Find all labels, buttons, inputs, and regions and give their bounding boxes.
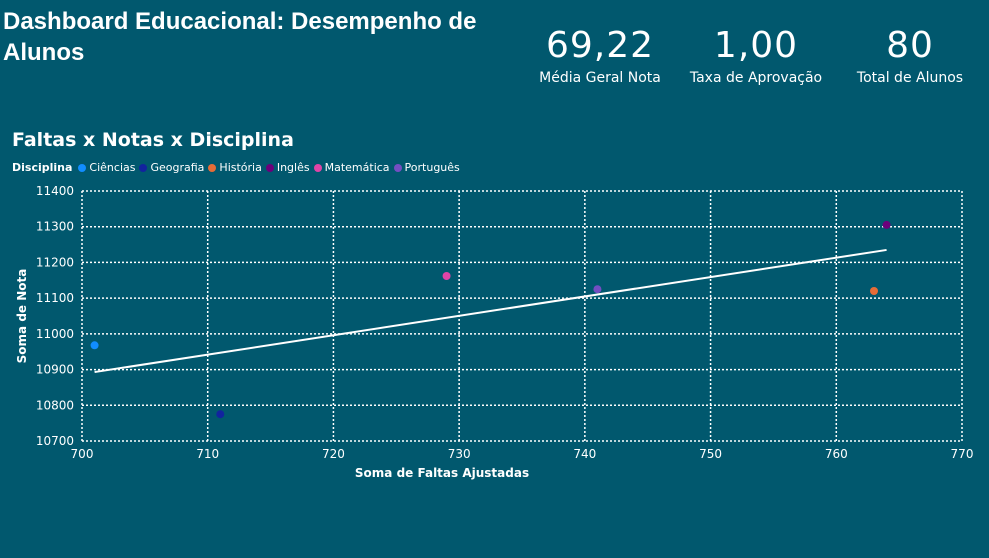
y-tick-label: 11000 [36, 327, 74, 341]
x-tick-label: 730 [448, 447, 471, 461]
x-tick-label: 740 [573, 447, 596, 461]
scatter-chart[interactable]: 700 710 720 730 740 750 760 770 10700 10800 10900 1… [0, 0, 989, 558]
x-tick-label: 710 [196, 447, 219, 461]
y-tick-label: 11100 [36, 291, 74, 305]
trend-line [94, 248, 887, 374]
y-axis-title: Soma de Nota [15, 269, 29, 364]
x-tick-label: 770 [951, 447, 974, 461]
y-tick-label: 10700 [36, 434, 74, 448]
x-tick-label: 720 [322, 447, 345, 461]
data-point[interactable] [442, 272, 451, 280]
data-point[interactable] [870, 287, 878, 295]
data-point[interactable] [90, 341, 99, 350]
x-axis-title: Soma de Faltas Ajustadas [355, 466, 529, 480]
y-tick-label: 10900 [36, 363, 74, 377]
x-tick-label: 750 [699, 447, 722, 461]
data-point[interactable] [216, 410, 225, 419]
x-tick-label: 700 [71, 447, 94, 461]
y-tick-label: 11400 [36, 184, 74, 198]
data-point[interactable] [882, 220, 891, 229]
data-point[interactable] [593, 285, 602, 294]
y-tick-label: 11300 [36, 220, 74, 234]
y-tick-label: 10800 [36, 398, 74, 412]
y-tick-label: 11200 [36, 255, 74, 269]
x-tick-label: 760 [825, 447, 848, 461]
